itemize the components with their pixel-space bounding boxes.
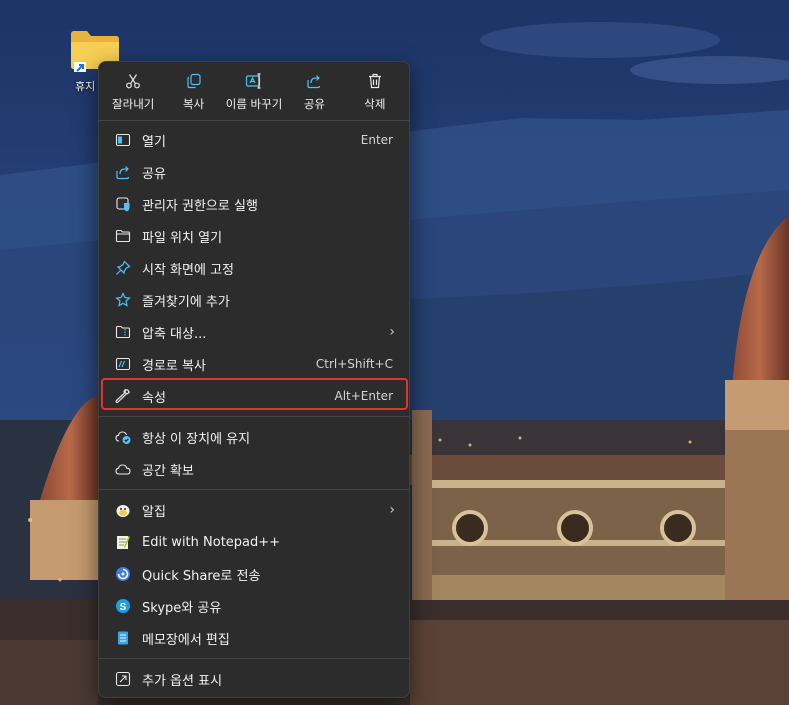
- notepadpp-icon: [113, 532, 133, 552]
- menu-item-edit-with-notepadpp[interactable]: Edit with Notepad++: [99, 526, 409, 558]
- menu-item-quick-share[interactable]: Quick Share로 전송: [99, 558, 409, 590]
- cut-button[interactable]: 잘라내기: [103, 62, 163, 120]
- rename-icon: [245, 72, 263, 90]
- copy-label: 복사: [183, 97, 205, 111]
- menu-item-run-as-admin[interactable]: 관리자 권한으로 실행: [99, 188, 409, 220]
- svg-text:S: S: [120, 602, 127, 613]
- delete-button[interactable]: 삭제: [345, 62, 405, 120]
- share-icon: [113, 162, 133, 182]
- share-label: 공유: [303, 97, 325, 111]
- menu-item-edit-in-notepad[interactable]: 메모장에서 편집: [99, 622, 409, 654]
- menu-item-open[interactable]: 열기 Enter: [99, 124, 409, 156]
- share-button[interactable]: 공유: [284, 62, 344, 120]
- menu-item-free-up-space[interactable]: 공간 확보: [99, 453, 409, 485]
- menu-item-share-with-skype[interactable]: S Skype와 공유: [99, 590, 409, 622]
- cloud-icon: [113, 459, 133, 479]
- menu-item-show-more-options[interactable]: 추가 옵션 표시: [99, 663, 409, 695]
- menu-item-always-keep-on-device[interactable]: 항상 이 장치에 유지: [99, 421, 409, 453]
- delete-icon: [366, 72, 384, 90]
- menu-item-compress-to[interactable]: 압축 대상... ›: [99, 316, 409, 348]
- context-menu-toolbar: 잘라내기 복사 이름 바꾸기 공유 삭제: [99, 62, 409, 120]
- share-icon: [305, 72, 323, 90]
- folder-icon: [113, 226, 133, 246]
- chevron-right-icon: ›: [389, 502, 395, 518]
- skype-icon: S: [113, 596, 133, 616]
- path-icon: [113, 354, 133, 374]
- admin-shield-icon: [113, 194, 133, 214]
- delete-label: 삭제: [364, 97, 386, 111]
- wrench-icon: [113, 386, 133, 406]
- star-icon: [113, 290, 133, 310]
- rename-button[interactable]: 이름 바꾸기: [224, 62, 284, 120]
- quick-share-icon: [113, 564, 133, 584]
- menu-item-share[interactable]: 공유: [99, 156, 409, 188]
- menu-item-add-to-favorites[interactable]: 즐겨찾기에 추가: [99, 284, 409, 316]
- zip-folder-icon: [113, 322, 133, 342]
- notepad-icon: [113, 628, 133, 648]
- menu-item-copy-as-path[interactable]: 경로로 복사 Ctrl+Shift+C: [99, 348, 409, 380]
- menu-item-open-file-location[interactable]: 파일 위치 열기: [99, 220, 409, 252]
- cloud-sync-icon: [113, 427, 133, 447]
- rename-label: 이름 바꾸기: [225, 97, 283, 111]
- open-icon: [113, 130, 133, 150]
- pin-icon: [113, 258, 133, 278]
- context-menu: 잘라내기 복사 이름 바꾸기 공유 삭제 열기 Enter 공유 관리자 권한으…: [98, 61, 410, 698]
- chevron-right-icon: ›: [389, 324, 395, 340]
- more-options-icon: [113, 669, 133, 689]
- menu-item-properties[interactable]: 속성 Alt+Enter: [99, 380, 409, 412]
- alzip-icon: [113, 500, 133, 520]
- copy-icon: [185, 72, 203, 90]
- copy-button[interactable]: 복사: [163, 62, 223, 120]
- menu-item-alzip[interactable]: 알집 ›: [99, 494, 409, 526]
- cut-icon: [124, 72, 142, 90]
- cut-label: 잘라내기: [112, 97, 155, 111]
- menu-item-pin-to-start[interactable]: 시작 화면에 고정: [99, 252, 409, 284]
